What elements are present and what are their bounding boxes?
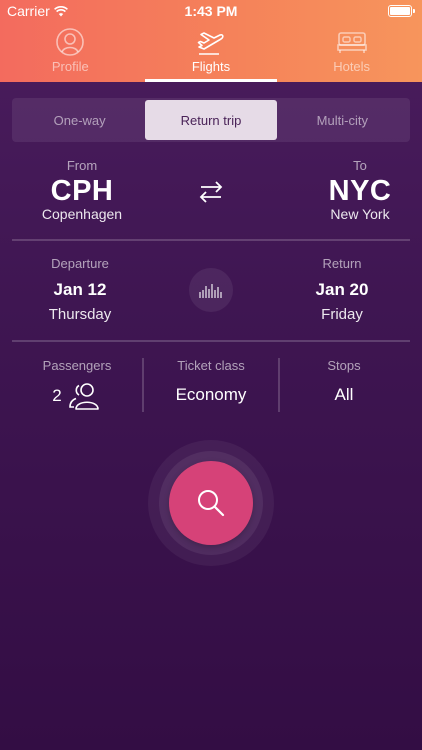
- destination-selector[interactable]: To NYC New York: [290, 158, 422, 222]
- search-button[interactable]: [169, 461, 253, 545]
- status-bar: Carrier 1:43 PM: [0, 0, 422, 22]
- ticket-class-value: Economy: [175, 385, 247, 404]
- tab-profile[interactable]: Profile: [0, 22, 141, 82]
- return-weekday: Friday: [321, 306, 363, 323]
- divider: [12, 239, 410, 241]
- return-date: Jan 20: [315, 280, 369, 299]
- dates-section: Departure Jan 12 Thursday Return Jan 20 …: [12, 256, 410, 326]
- tab-label-profile: Profile: [51, 59, 89, 74]
- trip-type-multi-city[interactable]: Multi-city: [277, 100, 408, 140]
- trip-type-selector: One-way Return trip Multi-city: [12, 98, 410, 142]
- from-code: CPH: [50, 175, 114, 207]
- swap-icon[interactable]: [197, 178, 225, 206]
- divider: [12, 340, 410, 342]
- trip-type-return[interactable]: Return trip: [145, 100, 277, 140]
- departure-date: Jan 12: [53, 280, 107, 299]
- ticket-class-selector[interactable]: Ticket class Economy: [144, 358, 278, 405]
- tab-flights[interactable]: Flights: [141, 22, 282, 82]
- passengers-count: 2: [52, 386, 62, 405]
- tab-label-flights: Flights: [191, 59, 231, 74]
- calendar-button[interactable]: [189, 268, 233, 312]
- passengers-label: Passengers: [42, 358, 112, 373]
- calendar-bars-icon: [199, 284, 222, 298]
- profile-icon: [56, 28, 85, 56]
- route-section: From CPH Copenhagen To NYC New York: [12, 158, 410, 238]
- passengers-icon: [68, 383, 99, 410]
- stops-selector[interactable]: Stops All: [278, 358, 410, 405]
- departure-label: Departure: [51, 256, 109, 271]
- departure-date-selector[interactable]: Departure Jan 12 Thursday: [10, 256, 150, 323]
- ticket-class-label: Ticket class: [177, 358, 245, 373]
- departure-weekday: Thursday: [48, 306, 112, 323]
- stops-label: Stops: [327, 358, 361, 373]
- to-code: NYC: [328, 175, 392, 207]
- tab-hotels[interactable]: Hotels: [281, 22, 422, 82]
- to-city: New York: [330, 206, 390, 222]
- return-label: Return: [322, 256, 362, 271]
- tab-label-hotels: Hotels: [333, 59, 371, 74]
- tab-bar: Profile Flights Hotels: [0, 22, 422, 82]
- clock: 1:43 PM: [184, 3, 238, 19]
- from-city: Copenhagen: [41, 206, 123, 222]
- trip-type-one-way[interactable]: One-way: [14, 100, 145, 140]
- origin-selector[interactable]: From CPH Copenhagen: [12, 158, 152, 222]
- passengers-selector[interactable]: Passengers 2: [12, 358, 142, 411]
- return-date-selector[interactable]: Return Jan 20 Friday: [272, 256, 412, 323]
- battery-icon: [388, 5, 415, 17]
- search-icon: [198, 490, 225, 517]
- stops-value: All: [334, 385, 354, 404]
- app-header: Carrier 1:43 PM Profile Flights Hotels: [0, 0, 422, 82]
- plane-icon: [197, 32, 224, 55]
- details-section: Passengers 2 Ticket class Economy Stops …: [12, 358, 410, 414]
- bed-icon: [336, 32, 367, 53]
- from-label: From: [66, 158, 98, 173]
- to-label: To: [353, 158, 367, 173]
